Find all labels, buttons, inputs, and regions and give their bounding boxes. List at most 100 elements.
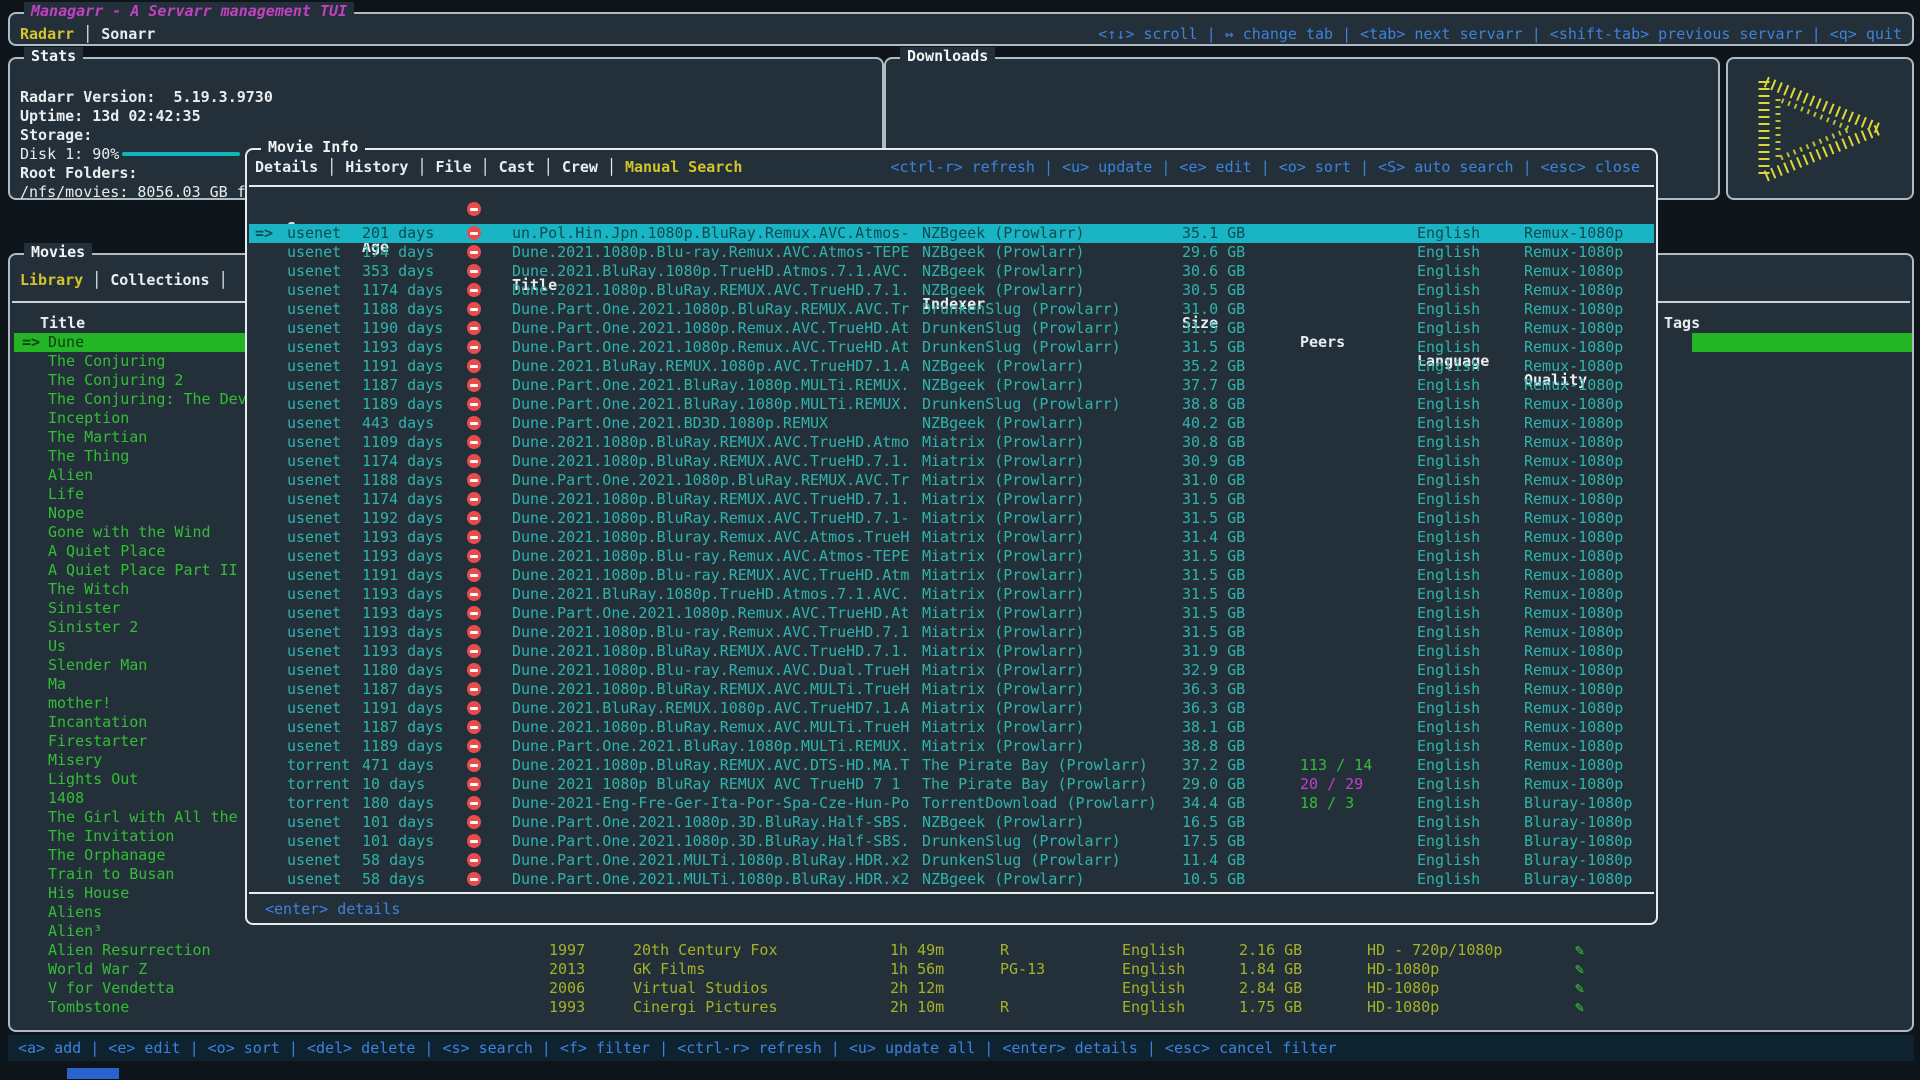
result-quality: Bluray-1080p	[1524, 813, 1632, 832]
movie-list-item[interactable]: Life	[14, 485, 247, 504]
stats-panel-title: Stats	[24, 47, 83, 66]
tab-cast[interactable]: Cast	[499, 158, 535, 176]
search-result-row[interactable]: torrent10 daysDune 2021 1080p BluRay REM…	[247, 775, 1656, 794]
search-result-row[interactable]: usenet58 daysDune.Part.One.2021.MULTi.10…	[247, 851, 1656, 870]
result-age: 1189 days	[362, 737, 443, 756]
search-result-row[interactable]: usenet1192 daysDune.2021.1080p.BluRay.Re…	[247, 509, 1656, 528]
tab-crew[interactable]: Crew	[562, 158, 598, 176]
search-result-row[interactable]: usenet1190 daysDune.Part.One.2021.1080p.…	[247, 319, 1656, 338]
movie-table-row[interactable]: 1993Cinergi Pictures2h 10mREnglish1.75 G…	[10, 998, 1912, 1017]
movie-list-item[interactable]: Inception	[14, 409, 247, 428]
search-result-row[interactable]: torrent471 daysDune.2021.1080p.BluRay.RE…	[247, 756, 1656, 775]
search-result-row[interactable]: usenet1193 daysDune.2021.BluRay.1080p.Tr…	[247, 585, 1656, 604]
movie-list-item[interactable]: 1408	[14, 789, 247, 808]
movie-list-item[interactable]: The Conjuring	[14, 352, 247, 371]
movie-list-item[interactable]: The Witch	[14, 580, 247, 599]
result-quality: Remux-1080p	[1524, 775, 1623, 794]
search-result-row[interactable]: usenet443 daysDune.Part.One.2021.BD3D.10…	[247, 414, 1656, 433]
search-result-row[interactable]: usenet1189 daysDune.Part.One.2021.BluRay…	[247, 737, 1656, 756]
movie-list-item[interactable]: A Quiet Place	[14, 542, 247, 561]
search-result-row[interactable]: usenet1187 daysDune.2021.1080p.BluRay.Re…	[247, 718, 1656, 737]
search-result-row[interactable]: usenet1193 daysDune.Part.One.2021.1080p.…	[247, 604, 1656, 623]
search-result-row[interactable]: usenet1193 daysDune.2021.1080p.BluRay.RE…	[247, 642, 1656, 661]
search-result-row[interactable]: usenet1188 daysDune.Part.One.2021.1080p.…	[247, 471, 1656, 490]
terminal-cursor	[67, 1068, 119, 1079]
movie-title: Alien³	[48, 922, 102, 941]
search-result-row[interactable]: usenet1187 daysDune.2021.1080p.BluRay.RE…	[247, 680, 1656, 699]
search-result-row[interactable]: usenet1180 daysDune.2021.1080p.Blu-ray.R…	[247, 661, 1656, 680]
search-result-row[interactable]: usenet353 daysDune.2021.BluRay.1080p.Tru…	[247, 262, 1656, 281]
movie-table-row[interactable]: 2013GK Films1h 56mPG-13English1.84 GBHD-…	[10, 960, 1912, 979]
movie-list-item[interactable]: The Conjuring 2	[14, 371, 247, 390]
tab-sonarr[interactable]: Sonarr	[101, 25, 155, 43]
movie-list-item[interactable]: Incantation	[14, 713, 247, 732]
movie-table-row[interactable]: 199720th Century Fox1h 49mREnglish2.16 G…	[10, 941, 1912, 960]
movie-list-item[interactable]: Aliens	[14, 903, 247, 922]
movie-list-item[interactable]: Misery	[14, 751, 247, 770]
movie-list-item[interactable]: His House	[14, 884, 247, 903]
movie-list-item[interactable]: Sinister	[14, 599, 247, 618]
movie-list-item[interactable]: Gone with the Wind	[14, 523, 247, 542]
movie-title: Gone with the Wind	[48, 523, 211, 542]
movie-table-row[interactable]: 2006Virtual Studios2h 12mEnglish2.84 GBH…	[10, 979, 1912, 998]
search-result-row[interactable]: usenet1191 daysDune.2021.BluRay.REMUX.10…	[247, 357, 1656, 376]
movie-list-item[interactable]: The Conjuring: The Dev	[14, 390, 247, 409]
movie-list-item[interactable]: The Thing	[14, 447, 247, 466]
result-age: 1191 days	[362, 566, 443, 585]
movie-title: mother!	[48, 694, 111, 713]
search-result-row[interactable]: torrent180 daysDune-2021-Eng-Fre-Ger-Ita…	[247, 794, 1656, 813]
movie-list-item[interactable]: Sinister 2	[14, 618, 247, 637]
search-result-row[interactable]: usenet1109 daysDune.2021.1080p.BluRay.RE…	[247, 433, 1656, 452]
search-result-row[interactable]: =>usenet201 daysun.Pol.Hin.Jpn.1080p.Blu…	[247, 224, 1656, 243]
search-result-row[interactable]: usenet1174 daysDune.2021.1080p.BluRay.RE…	[247, 452, 1656, 471]
search-result-row[interactable]: usenet1191 daysDune.2021.BluRay.REMUX.10…	[247, 699, 1656, 718]
search-result-row[interactable]: usenet58 daysDune.Part.One.2021.MULTi.10…	[247, 870, 1656, 889]
logo-panel	[1726, 57, 1914, 200]
movie-list-item[interactable]: Lights Out	[14, 770, 247, 789]
search-result-row[interactable]: usenet101 daysDune.Part.One.2021.1080p.3…	[247, 832, 1656, 851]
tab-file[interactable]: File	[436, 158, 472, 176]
movie-list-item[interactable]: A Quiet Place Part II	[14, 561, 247, 580]
movie-list-item[interactable]: Train to Busan	[14, 865, 247, 884]
search-result-row[interactable]: usenet1188 daysDune.Part.One.2021.1080p.…	[247, 300, 1656, 319]
tab-library[interactable]: Library	[20, 271, 83, 289]
result-title: Dune.2021.BluRay.1080p.TrueHD.Atmos.7.1.…	[512, 585, 909, 604]
search-result-row[interactable]: usenet174 daysDune.2021.1080p.Blu-ray.Re…	[247, 243, 1656, 262]
movie-runtime: 2h 10m	[890, 998, 944, 1017]
tab-collections[interactable]: Collections	[110, 271, 209, 289]
search-result-row[interactable]: usenet1187 daysDune.Part.One.2021.BluRay…	[247, 376, 1656, 395]
rejected-icon	[467, 359, 481, 373]
result-quality: Remux-1080p	[1524, 642, 1623, 661]
movie-list-item[interactable]: Us	[14, 637, 247, 656]
tab-radarr[interactable]: Radarr	[20, 25, 74, 43]
movie-list-item[interactable]: The Orphanage	[14, 846, 247, 865]
movie-list-item[interactable]: =>Dune	[14, 333, 247, 352]
movie-list-item[interactable]: The Martian	[14, 428, 247, 447]
search-result-row[interactable]: usenet1174 daysDune.2021.1080p.BluRay.RE…	[247, 281, 1656, 300]
movie-list-item[interactable]: mother!	[14, 694, 247, 713]
movie-list-item[interactable]: The Girl with All the	[14, 808, 247, 827]
search-result-row[interactable]: usenet1193 daysDune.2021.1080p.Bluray.Re…	[247, 528, 1656, 547]
search-result-row[interactable]: usenet1191 daysDune.2021.1080p.Blu-ray.R…	[247, 566, 1656, 585]
search-result-row[interactable]: usenet1193 daysDune.Part.One.2021.1080p.…	[247, 338, 1656, 357]
search-result-row[interactable]: usenet101 daysDune.Part.One.2021.1080p.3…	[247, 813, 1656, 832]
result-language: English	[1417, 281, 1480, 300]
movie-list-item[interactable]: The Invitation	[14, 827, 247, 846]
movie-list-item[interactable]: Slender Man	[14, 656, 247, 675]
movie-list-item[interactable]: Alien³	[14, 922, 247, 941]
movie-list-item[interactable]: Ma	[14, 675, 247, 694]
search-result-row[interactable]: usenet1193 daysDune.2021.1080p.Blu-ray.R…	[247, 623, 1656, 642]
tab-history[interactable]: History	[345, 158, 408, 176]
tab-manual-search[interactable]: Manual Search	[625, 158, 742, 176]
movie-list-item[interactable]: Alien	[14, 466, 247, 485]
tab-details[interactable]: Details	[255, 158, 318, 176]
result-size: 31.0 GB	[1182, 471, 1245, 490]
result-language: English	[1417, 547, 1480, 566]
movie-list-item[interactable]: Nope	[14, 504, 247, 523]
rejected-icon	[467, 473, 481, 487]
search-result-row[interactable]: usenet1174 daysDune.2021.1080p.BluRay.RE…	[247, 490, 1656, 509]
search-result-row[interactable]: usenet1193 daysDune.2021.1080p.Blu-ray.R…	[247, 547, 1656, 566]
movie-list-item[interactable]: Firestarter	[14, 732, 247, 751]
search-result-row[interactable]: usenet1189 daysDune.Part.One.2021.BluRay…	[247, 395, 1656, 414]
tab-separator: │	[598, 158, 625, 176]
